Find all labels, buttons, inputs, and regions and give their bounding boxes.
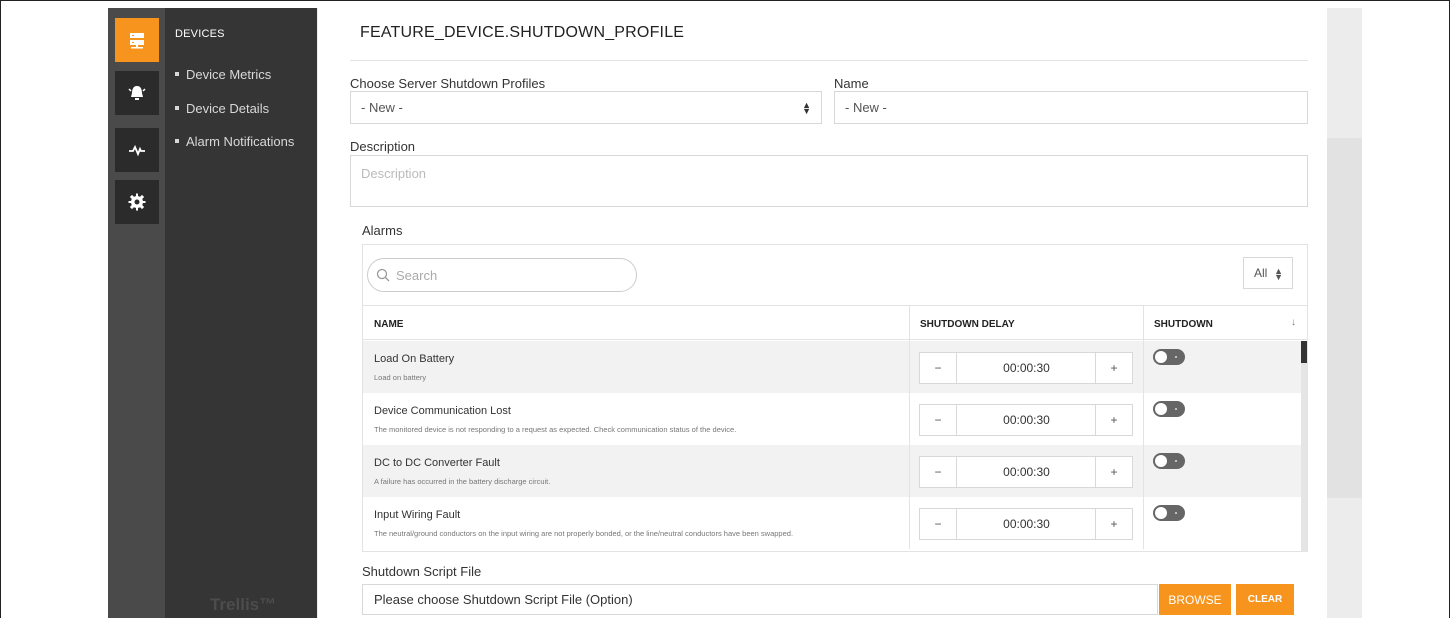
- icon-rail: [108, 8, 165, 618]
- alarms-table: Search All ▲ ▼ NAME SHUTDOWN DELAY SHUTDO…: [362, 244, 1308, 552]
- nav-section-title: DEVICES: [175, 28, 225, 40]
- name-label: Name: [834, 76, 869, 91]
- description-field[interactable]: [350, 155, 1308, 207]
- bullet-icon: [175, 138, 179, 143]
- shutdown-toggle[interactable]: [1153, 401, 1185, 417]
- divider: [350, 60, 1308, 61]
- gear-icon[interactable]: [115, 180, 159, 224]
- table-scrollbar[interactable]: [1301, 341, 1307, 551]
- alarm-bell-icon[interactable]: [115, 71, 159, 115]
- alarm-description: The monitored device is not responding t…: [374, 425, 737, 434]
- clear-button[interactable]: CLEAR: [1236, 584, 1294, 615]
- decrement-button[interactable]: −: [920, 353, 957, 383]
- table-row: DC to DC Converter Fault A failure has o…: [363, 445, 1301, 497]
- column-header-shutdown[interactable]: SHUTDOWN: [1154, 319, 1213, 330]
- delay-stepper: − 00:00:30 +: [919, 456, 1133, 488]
- search-icon: [376, 268, 390, 282]
- nav-item-device-metrics[interactable]: Device Metrics: [175, 67, 271, 82]
- pulse-icon[interactable]: [115, 128, 159, 172]
- script-file-label: Shutdown Script File: [362, 564, 482, 579]
- sort-arrow-icon[interactable]: ↓: [1291, 317, 1296, 328]
- profiles-select-value: - New -: [361, 100, 403, 115]
- increment-button[interactable]: +: [1095, 457, 1132, 487]
- nav-item-label: Device Metrics: [186, 67, 272, 82]
- table-row: Load On Battery Load on battery − 00:00:…: [363, 341, 1301, 393]
- search-input[interactable]: Search: [367, 258, 637, 292]
- alarm-filter-select[interactable]: All ▲ ▼: [1243, 257, 1293, 289]
- server-icon[interactable]: [115, 18, 159, 62]
- right-gutter: [1327, 8, 1362, 618]
- table-row: Device Communication Lost The monitored …: [363, 393, 1301, 445]
- column-header-name[interactable]: NAME: [374, 319, 403, 330]
- decrement-button[interactable]: −: [920, 457, 957, 487]
- name-field[interactable]: - New -: [834, 91, 1308, 124]
- nav-item-label: Device Details: [186, 101, 270, 116]
- brand-logo: Trellis™: [210, 595, 277, 614]
- table-header: NAME SHUTDOWN DELAY SHUTDOWN ↓: [363, 305, 1307, 341]
- script-file-input[interactable]: Please choose Shutdown Script File (Opti…: [362, 584, 1158, 615]
- search-placeholder: Search: [396, 267, 438, 283]
- table-row: Input Wiring Fault The neutral/ground co…: [363, 497, 1301, 549]
- delay-stepper: − 00:00:30 +: [919, 352, 1133, 384]
- shutdown-toggle[interactable]: [1153, 505, 1185, 521]
- select-arrows-icon: ▲ ▼: [1274, 266, 1283, 282]
- increment-button[interactable]: +: [1095, 353, 1132, 383]
- profiles-label: Choose Server Shutdown Profiles: [350, 76, 546, 91]
- profiles-select[interactable]: - New - ▲ ▼: [350, 91, 822, 124]
- delay-stepper: − 00:00:30 +: [919, 404, 1133, 436]
- alarm-name: Device Communication Lost: [374, 405, 511, 417]
- alarm-name: Load On Battery: [374, 353, 455, 365]
- shutdown-toggle[interactable]: [1153, 453, 1185, 469]
- name-field-value: - New -: [845, 100, 887, 115]
- nav-item-label: Alarm Notifications: [186, 134, 295, 149]
- alarm-description: Load on battery: [374, 373, 427, 382]
- device-nav-panel: DEVICES Device Metrics Device Details Al…: [165, 8, 317, 618]
- nav-item-device-details[interactable]: Device Details: [175, 101, 269, 116]
- bullet-icon: [175, 105, 179, 110]
- alarm-description: The neutral/ground conductors on the inp…: [374, 529, 794, 538]
- increment-button[interactable]: +: [1095, 509, 1132, 539]
- description-label: Description: [350, 139, 416, 154]
- delay-value[interactable]: 00:00:30: [958, 353, 1095, 383]
- select-arrows-icon: ▲ ▼: [802, 100, 811, 116]
- shutdown-toggle[interactable]: [1153, 349, 1185, 365]
- alarm-description: A failure has occurred in the battery di…: [374, 477, 551, 486]
- alarms-label: Alarms: [362, 223, 403, 238]
- delay-stepper: − 00:00:30 +: [919, 508, 1133, 540]
- alarm-name: Input Wiring Fault: [374, 509, 461, 521]
- scrollbar-thumb[interactable]: [1301, 341, 1307, 363]
- increment-button[interactable]: +: [1095, 405, 1132, 435]
- main-panel: FEATURE_DEVICE.SHUTDOWN_PROFILE Choose S…: [317, 8, 1327, 618]
- page-title: FEATURE_DEVICE.SHUTDOWN_PROFILE: [360, 24, 685, 41]
- delay-value[interactable]: 00:00:30: [958, 457, 1095, 487]
- delay-value[interactable]: 00:00:30: [958, 405, 1095, 435]
- nav-item-alarm-notifications[interactable]: Alarm Notifications: [175, 134, 294, 149]
- decrement-button[interactable]: −: [920, 509, 957, 539]
- alarm-filter-value: All: [1254, 266, 1268, 280]
- bullet-icon: [175, 71, 179, 76]
- delay-value[interactable]: 00:00:30: [958, 509, 1095, 539]
- decrement-button[interactable]: −: [920, 405, 957, 435]
- column-header-delay[interactable]: SHUTDOWN DELAY: [920, 319, 1015, 330]
- alarm-name: DC to DC Converter Fault: [374, 457, 500, 469]
- browse-button[interactable]: BROWSE: [1159, 584, 1231, 615]
